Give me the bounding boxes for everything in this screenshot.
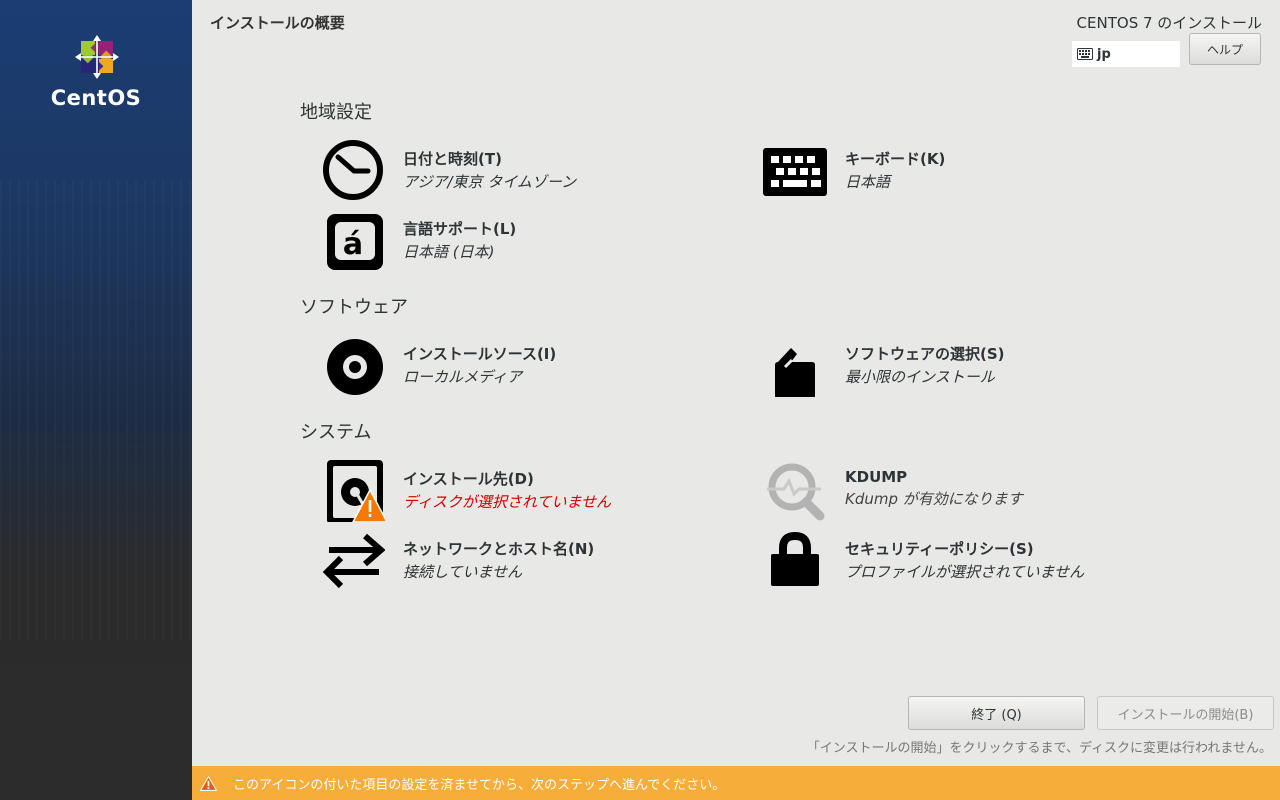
section-localization: 地域設定: [300, 102, 372, 123]
sidebar: CentOS: [0, 0, 192, 800]
section-software: ソフトウェア: [300, 297, 408, 318]
spoke-install-source-name: インストールソース(I): [403, 345, 557, 363]
keyboard-icon: [1077, 48, 1093, 60]
spoke-datetime-status: アジア/東京 タイムゾーン: [403, 173, 577, 191]
magnifier-icon: [767, 463, 825, 521]
centos-logo-icon: [75, 35, 119, 79]
spoke-install-source-status: ローカルメディア: [403, 368, 522, 386]
spoke-software-selection-status: 最小限のインストール: [845, 368, 995, 386]
clock-icon: [323, 140, 383, 200]
spoke-security[interactable]: セキュリティーポリシー(S) プロファイルが選択されていません: [763, 528, 1183, 592]
spoke-keyboard-status: 日本語: [845, 173, 891, 191]
spoke-network[interactable]: ネットワークとホスト名(N) 接続していません: [321, 528, 741, 592]
spoke-software-selection[interactable]: ソフトウェアの選択(S) 最小限のインストール: [763, 333, 1183, 397]
spoke-install-source[interactable]: インストールソース(I) ローカルメディア: [321, 333, 741, 397]
sidebar-pattern: [0, 180, 192, 640]
spoke-datetime[interactable]: 日付と時刻(T) アジア/東京 タイムゾーン: [321, 138, 741, 202]
keyboard-layout-label: jp: [1097, 46, 1111, 62]
language-icon: á: [327, 214, 383, 270]
brand-name: CentOS: [50, 86, 142, 110]
spoke-language-status: 日本語 (日本): [403, 243, 495, 261]
product-title: CENTOS 7 のインストール: [1076, 14, 1262, 32]
spoke-datetime-name: 日付と時刻(T): [403, 150, 502, 168]
keyboard-layout-indicator[interactable]: jp: [1072, 41, 1180, 67]
keyboard-icon: [763, 148, 827, 196]
footer-note: 「インストールの開始」をクリックするまで、ディスクに変更は行われません。: [806, 741, 1272, 756]
spoke-security-name: セキュリティーポリシー(S): [845, 540, 1034, 558]
lock-icon: [771, 531, 819, 586]
spoke-language[interactable]: á 言語サポート(L) 日本語 (日本): [321, 208, 741, 272]
spoke-install-destination-status: ディスクが選択されていません: [403, 493, 612, 511]
spoke-keyboard-name: キーボード(K): [845, 150, 946, 168]
spoke-language-name: 言語サポート(L): [403, 220, 517, 238]
disc-icon: [327, 339, 383, 395]
package-icon: [775, 348, 815, 397]
spoke-kdump-status: Kdump が有効になります: [845, 490, 1023, 508]
svg-text:á: á: [343, 227, 363, 262]
spoke-network-name: ネットワークとホスト名(N): [403, 540, 595, 558]
spoke-security-status: プロファイルが選択されていません: [845, 563, 1085, 581]
quit-button[interactable]: 終了 (Q): [908, 696, 1085, 730]
spoke-keyboard[interactable]: キーボード(K) 日本語: [763, 138, 1183, 202]
warning-icon: [200, 775, 217, 791]
section-system: システム: [300, 422, 372, 443]
network-arrows-icon: [322, 533, 385, 589]
spoke-kdump[interactable]: KDUMP Kdump が有効になります: [763, 458, 1183, 522]
spoke-software-selection-name: ソフトウェアの選択(S): [845, 345, 1005, 363]
help-button[interactable]: ヘルプ: [1189, 33, 1261, 65]
spoke-install-destination-name: インストール先(D): [403, 470, 534, 488]
spoke-install-destination[interactable]: インストール先(D) ディスクが選択されていません: [321, 458, 741, 522]
page-title: インストールの概要: [210, 14, 345, 32]
warning-bar: このアイコンの付いた項目の設定を済ませてから、次のステップへ進んでください。: [192, 766, 1280, 800]
begin-installation-button[interactable]: インストールの開始(B): [1097, 696, 1274, 730]
spoke-kdump-name: KDUMP: [845, 468, 908, 486]
warning-message: このアイコンの付いた項目の設定を済ませてから、次のステップへ進んでください。: [233, 777, 726, 793]
disk-warning-icon: [327, 460, 385, 522]
spoke-network-status: 接続していません: [403, 563, 523, 581]
